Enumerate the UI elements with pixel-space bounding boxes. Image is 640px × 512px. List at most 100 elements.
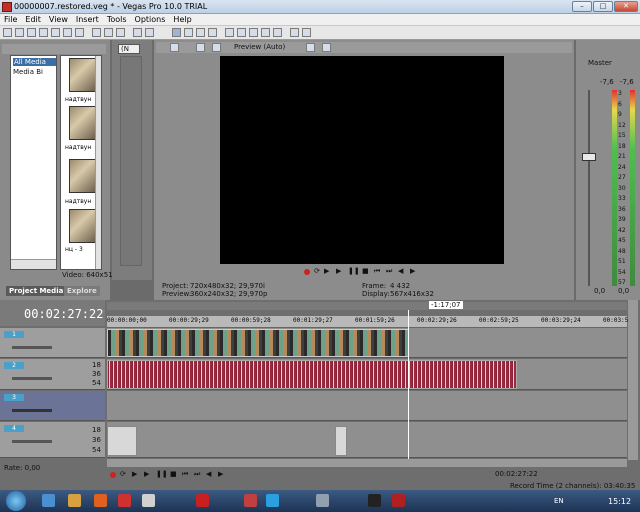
preview-quality-icon[interactable] xyxy=(212,43,221,52)
app-icon[interactable] xyxy=(244,494,257,507)
play-from-start-icon[interactable]: ▶ xyxy=(324,267,329,275)
close-button[interactable]: ✕ xyxy=(614,1,638,12)
tab-explorer[interactable]: Explore xyxy=(64,286,100,296)
prev-frame-icon[interactable]: ◀ xyxy=(206,470,211,478)
timeline-ruler[interactable]: 00:00:00;00 00:00:29;29 00:00:59;28 00:01:2… xyxy=(107,316,632,328)
media-thumbnail[interactable] xyxy=(69,159,97,193)
firefox-icon[interactable] xyxy=(94,494,107,507)
tab-project-media[interactable]: Project Media xyxy=(6,286,67,296)
render-icon[interactable] xyxy=(51,28,60,37)
track-level-slider[interactable] xyxy=(12,346,52,349)
app-icon[interactable] xyxy=(368,494,381,507)
playhead-line[interactable] xyxy=(408,310,409,460)
selection-tool-icon[interactable] xyxy=(196,28,205,37)
save-as-icon[interactable] xyxy=(39,28,48,37)
audio-track-lane-2[interactable] xyxy=(107,359,627,390)
track-header-1[interactable]: 1 xyxy=(0,328,105,358)
timeline-horizontal-scrollbar[interactable] xyxy=(107,459,627,467)
master-volume-fader[interactable] xyxy=(582,153,596,161)
skype-icon[interactable] xyxy=(266,494,279,507)
video-track-lane-3[interactable] xyxy=(107,391,627,421)
transition-dropdown[interactable]: (N xyxy=(118,44,140,54)
envelope-tool-icon[interactable] xyxy=(184,28,193,37)
video-event[interactable] xyxy=(107,329,409,357)
marker-bar[interactable]: -1:17;07 xyxy=(107,301,627,310)
record-icon[interactable] xyxy=(110,472,116,478)
audio-event[interactable] xyxy=(107,360,517,389)
menu-file[interactable]: File xyxy=(0,14,21,25)
go-to-start-icon[interactable]: ⏮ xyxy=(182,470,188,479)
media-thumbnail[interactable] xyxy=(69,106,97,140)
app-icon[interactable] xyxy=(196,494,209,507)
thumbs-vertical-scrollbar[interactable] xyxy=(95,56,101,269)
video-track-lane-1[interactable] xyxy=(107,328,627,358)
menu-edit[interactable]: Edit xyxy=(21,14,45,25)
zoom-tool-icon[interactable] xyxy=(208,28,217,37)
play-icon[interactable]: ▶ xyxy=(144,470,149,478)
menu-insert[interactable]: Insert xyxy=(72,14,103,25)
track-header-3[interactable]: 3 xyxy=(0,391,105,421)
lock-envelopes-icon[interactable] xyxy=(261,28,270,37)
save-icon[interactable] xyxy=(27,28,36,37)
copy-icon[interactable] xyxy=(104,28,113,37)
app-icon[interactable] xyxy=(142,494,155,507)
media-thumbnail[interactable] xyxy=(69,58,97,92)
overlays-icon[interactable] xyxy=(306,43,315,52)
chrome-icon[interactable] xyxy=(118,494,131,507)
go-to-end-icon[interactable]: ⏭ xyxy=(386,267,392,276)
ignore-grouping-icon[interactable] xyxy=(273,28,282,37)
tree-horizontal-scrollbar[interactable] xyxy=(11,259,56,269)
menu-tools[interactable]: Tools xyxy=(103,14,131,25)
timeline-vertical-scrollbar[interactable] xyxy=(628,300,638,460)
open-icon[interactable] xyxy=(15,28,24,37)
copy-snapshot-icon[interactable] xyxy=(322,43,331,52)
app-icon[interactable] xyxy=(316,494,329,507)
track-volume-slider[interactable] xyxy=(12,440,52,443)
next-frame-icon[interactable]: ▶ xyxy=(410,267,415,275)
audio-track-lane-4[interactable] xyxy=(107,422,627,458)
undo-icon[interactable] xyxy=(133,28,142,37)
audio-event-small[interactable] xyxy=(107,426,137,456)
loop-icon[interactable]: ⟳ xyxy=(314,267,320,275)
track-header-2[interactable]: 2 18 36 54 xyxy=(0,359,105,390)
whats-this-icon[interactable] xyxy=(302,28,311,37)
preview-properties-icon[interactable] xyxy=(170,43,179,52)
capture-icon[interactable] xyxy=(75,28,84,37)
pause-icon[interactable]: ❚❚ xyxy=(156,470,168,478)
auto-ripple-icon[interactable] xyxy=(249,28,258,37)
external-monitor-icon[interactable] xyxy=(196,43,205,52)
track-header-4[interactable]: 4 18 36 54 xyxy=(0,422,105,458)
explorer-icon[interactable] xyxy=(68,494,81,507)
ie-icon[interactable] xyxy=(42,494,55,507)
pause-icon[interactable]: ❚❚ xyxy=(348,267,360,275)
audio-event-small[interactable] xyxy=(335,426,347,456)
help-icon[interactable] xyxy=(290,28,299,37)
go-to-end-icon[interactable]: ⏭ xyxy=(194,470,200,479)
track-volume-slider[interactable] xyxy=(12,377,52,380)
track-level-slider[interactable] xyxy=(12,409,52,412)
normal-edit-tool-icon[interactable] xyxy=(172,28,181,37)
auto-crossfade-icon[interactable] xyxy=(237,28,246,37)
menu-view[interactable]: View xyxy=(45,14,72,25)
maximize-button[interactable]: □ xyxy=(593,1,613,12)
loop-icon[interactable]: ⟳ xyxy=(120,470,126,478)
prev-frame-icon[interactable]: ◀ xyxy=(398,267,403,275)
cut-icon[interactable] xyxy=(92,28,101,37)
media-thumbnail[interactable] xyxy=(69,209,97,243)
start-button-icon[interactable] xyxy=(6,491,26,511)
snapping-icon[interactable] xyxy=(225,28,234,37)
language-indicator[interactable]: EN xyxy=(554,497,564,505)
preview-quality-dropdown[interactable]: Preview (Auto) xyxy=(234,43,285,51)
go-to-start-icon[interactable]: ⏮ xyxy=(374,267,380,276)
menu-options[interactable]: Options xyxy=(131,14,170,25)
stop-icon[interactable]: ■ xyxy=(170,470,177,478)
next-frame-icon[interactable]: ▶ xyxy=(218,470,223,478)
redo-icon[interactable] xyxy=(145,28,154,37)
new-icon[interactable] xyxy=(3,28,12,37)
stop-icon[interactable]: ■ xyxy=(362,267,369,275)
play-icon[interactable]: ▶ xyxy=(336,267,341,275)
vegas-taskbar-icon[interactable] xyxy=(392,494,405,507)
properties-icon[interactable] xyxy=(63,28,72,37)
tree-item-all-media[interactable]: All Media xyxy=(13,58,56,66)
paste-icon[interactable] xyxy=(116,28,125,37)
